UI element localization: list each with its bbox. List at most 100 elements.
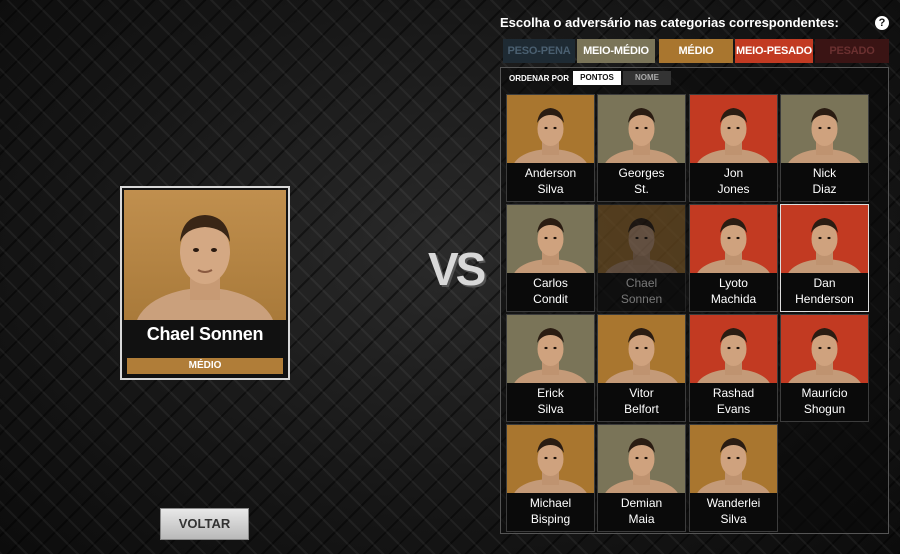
fighter-portrait-icon — [697, 218, 770, 273]
fighter-portrait-icon — [137, 215, 273, 320]
fighter-first-name: Dan — [813, 276, 836, 290]
fighter-first-name: Demian — [620, 496, 663, 510]
fighter-portrait-icon — [514, 328, 587, 383]
fighter-tile[interactable]: Dan Henderson — [780, 204, 869, 312]
fighter-portrait-icon — [697, 438, 770, 493]
fighter-portrait-icon — [788, 218, 861, 273]
fighter-first-name: Vitor — [629, 386, 654, 400]
fighter-tile[interactable]: Maurício Shogun — [780, 314, 869, 422]
fighter-first-name: Lyoto — [719, 276, 748, 290]
fighter-tile[interactable]: Vitor Belfort — [597, 314, 686, 422]
help-icon[interactable]: ? — [875, 16, 889, 30]
fighter-tile[interactable]: Demian Maia — [597, 424, 686, 532]
fighter-portrait-icon — [514, 438, 587, 493]
fighter-name: Erick Silva — [507, 385, 594, 417]
fighter-name: Rashad Evans — [690, 385, 777, 417]
fighter-portrait-icon — [514, 108, 587, 163]
fighter-name: Wanderlei Silva — [690, 495, 777, 527]
fighter-portrait-icon — [697, 108, 770, 163]
fighter-first-name: Chael — [625, 276, 658, 290]
fighter-tile[interactable]: Georges St. — [597, 94, 686, 202]
selected-fighter-category: MÉDIO — [127, 358, 283, 374]
fighter-portrait-icon — [788, 108, 861, 163]
fighter-portrait-icon — [697, 328, 770, 383]
fighter-photo — [781, 315, 868, 383]
back-button[interactable]: VOLTAR — [160, 508, 249, 540]
category-tab-meio-médio[interactable]: MEIO-MÉDIO — [577, 39, 655, 63]
fighter-last-name: Evans — [716, 402, 751, 416]
fighter-last-name: Silva — [537, 402, 564, 416]
category-tab-pesado[interactable]: PESADO — [815, 39, 889, 63]
fighter-last-name: Silva — [720, 512, 747, 526]
fighter-tile[interactable]: Jon Jones — [689, 94, 778, 202]
fighter-name: Maurício Shogun — [781, 385, 868, 417]
fighter-photo — [507, 315, 594, 383]
fighter-photo — [690, 95, 777, 163]
fighter-photo — [507, 425, 594, 493]
fighter-tile[interactable]: Rashad Evans — [689, 314, 778, 422]
fighter-tile[interactable]: Carlos Condit — [506, 204, 595, 312]
fighter-portrait-icon — [605, 438, 678, 493]
fighter-last-name: Condit — [533, 292, 568, 306]
fighter-photo — [690, 315, 777, 383]
sort-by-points-button[interactable]: PONTOS — [573, 71, 621, 85]
fighter-first-name: Michael — [529, 496, 572, 510]
fighter-photo — [507, 95, 594, 163]
fighter-last-name: Maia — [628, 512, 655, 526]
selected-fighter-photo — [124, 190, 286, 320]
sort-label: ORDENAR POR — [509, 74, 570, 83]
fighter-name: Michael Bisping — [507, 495, 594, 527]
opponent-panel: ORDENAR POR PONTOS NOME Anderson Silva Geo… — [500, 67, 889, 534]
category-tab-meio-pesado[interactable]: MEIO-PESADO — [735, 39, 813, 63]
fighter-portrait-icon — [788, 328, 861, 383]
fighter-tile[interactable]: Lyoto Machida — [689, 204, 778, 312]
fighter-first-name: Maurício — [801, 386, 848, 400]
sort-by-name-button[interactable]: NOME — [623, 71, 671, 85]
fighter-name: Anderson Silva — [507, 165, 594, 197]
fighter-last-name: Bisping — [530, 512, 571, 526]
category-tab-médio[interactable]: MÉDIO — [659, 39, 733, 63]
fighter-photo — [781, 205, 868, 273]
fighter-first-name: Carlos — [533, 276, 568, 290]
fighter-last-name: St. — [634, 182, 649, 196]
fighter-first-name: Rashad — [712, 386, 755, 400]
fighter-last-name: Silva — [537, 182, 564, 196]
fighter-photo — [598, 315, 685, 383]
fighter-name: Jon Jones — [690, 165, 777, 197]
opponent-prompt: Escolha o adversário nas categorias corr… — [500, 15, 839, 30]
fighter-last-name: Belfort — [624, 402, 659, 416]
fighter-name: Georges St. — [598, 165, 685, 197]
fighter-name: Chael Sonnen — [598, 275, 685, 307]
fighter-tile[interactable]: Chael Sonnen — [597, 204, 686, 312]
fighter-portrait-icon — [514, 218, 587, 273]
fighter-first-name: Wanderlei — [706, 496, 761, 510]
category-tab-peso-pena[interactable]: PESO-PENA — [503, 39, 575, 63]
fighter-last-name: Sonnen — [620, 292, 663, 306]
fighter-tile[interactable]: Nick Diaz — [780, 94, 869, 202]
fighter-last-name: Henderson — [795, 292, 854, 306]
fighter-last-name: Jones — [717, 182, 750, 196]
fighter-name: Carlos Condit — [507, 275, 594, 307]
selected-fighter-name: Chael Sonnen — [146, 324, 264, 344]
fighter-portrait-icon — [605, 218, 678, 273]
fighter-photo — [507, 205, 594, 273]
fighter-tile[interactable]: Michael Bisping — [506, 424, 595, 532]
fighter-name: Vitor Belfort — [598, 385, 685, 417]
fighter-name: Dan Henderson — [781, 275, 868, 307]
fighter-first-name: Georges — [618, 166, 665, 180]
fighter-portrait-icon — [605, 108, 678, 163]
fighter-first-name: Jon — [723, 166, 744, 180]
fighter-first-name: Anderson — [524, 166, 577, 180]
fighter-name: Demian Maia — [598, 495, 685, 527]
fighter-photo — [690, 425, 777, 493]
fighter-tile[interactable]: Erick Silva — [506, 314, 595, 422]
fighter-tile[interactable]: Anderson Silva — [506, 94, 595, 202]
fighter-photo — [781, 95, 868, 163]
versus-label: VS — [428, 243, 486, 295]
fighter-portrait-icon — [605, 328, 678, 383]
fighter-tile[interactable]: Wanderlei Silva — [689, 424, 778, 532]
fighter-last-name: Machida — [710, 292, 757, 306]
fighter-first-name: Nick — [812, 166, 837, 180]
fighter-name: Lyoto Machida — [690, 275, 777, 307]
fighter-photo — [598, 95, 685, 163]
